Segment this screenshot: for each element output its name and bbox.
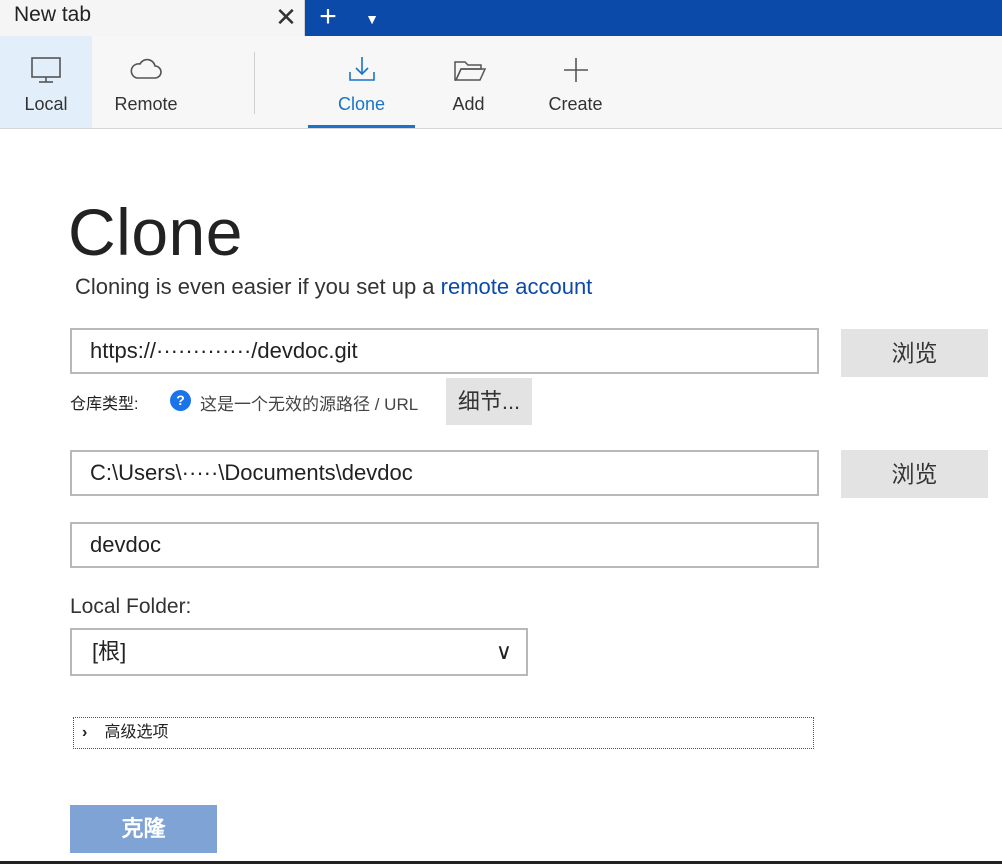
destination-path-input[interactable]: C:\Users\·····\Documents\devdoc [70,450,819,496]
subtitle: Cloning is even easier if you set up a r… [75,274,592,300]
add-tab-button[interactable]: + [313,0,343,36]
tab-clone-label: Clone [337,94,386,114]
plus-icon [563,58,588,82]
subtitle-text: Cloning is even easier if you set up a [75,274,441,299]
tab-local-label: Local [24,94,68,114]
chevron-right-icon: › [82,724,88,741]
source-url-input[interactable]: https://·············/devdoc.git [70,328,819,374]
toolbar-divider [254,52,255,114]
local-folder-value: [根] [92,639,127,664]
cloud-icon [130,58,162,79]
folder-open-icon [453,61,486,81]
name-input[interactable]: devdoc [70,522,819,568]
browse-source-button[interactable]: 浏览 [841,329,988,377]
tab-create-label: Create [548,94,603,114]
help-icon[interactable]: ? [170,390,191,411]
tab-remote-label: Remote [114,94,178,114]
tab-strip: New tab ✕ + ▼ [0,0,1002,36]
browse-destination-button[interactable]: 浏览 [841,450,988,498]
toolbar: Local Remote Clone Add Create [0,36,1002,129]
repo-status-text: 这是一个无效的源路径 / URL [200,395,419,414]
tab-new-tab[interactable]: New tab ✕ [0,0,305,36]
details-button[interactable]: 细节... [446,378,532,425]
tab-create[interactable]: Create [522,36,629,128]
tab-add-label: Add [452,94,485,114]
tab-local[interactable]: Local [0,36,92,128]
remote-account-link[interactable]: remote account [441,274,593,299]
tab-remote[interactable]: Remote [92,36,200,128]
advanced-options-label: 高级选项 [104,724,169,741]
page-title: Clone [68,195,243,269]
clone-button[interactable]: 克隆 [70,805,217,853]
advanced-options-toggle[interactable]: › 高级选项 [73,717,814,749]
tab-dropdown-icon[interactable]: ▼ [360,0,384,36]
local-folder-label: Local Folder: [70,595,192,618]
close-icon[interactable]: ✕ [272,2,300,32]
tab-title: New tab [14,3,92,26]
monitor-icon [31,57,61,83]
repo-type-label: 仓库类型: [70,396,139,413]
chevron-down-icon: ∨ [495,639,512,664]
tab-add[interactable]: Add [415,36,522,128]
tab-clone[interactable]: Clone [308,36,415,128]
download-icon [348,57,375,81]
local-folder-select[interactable]: [根] ∨ [70,628,528,676]
